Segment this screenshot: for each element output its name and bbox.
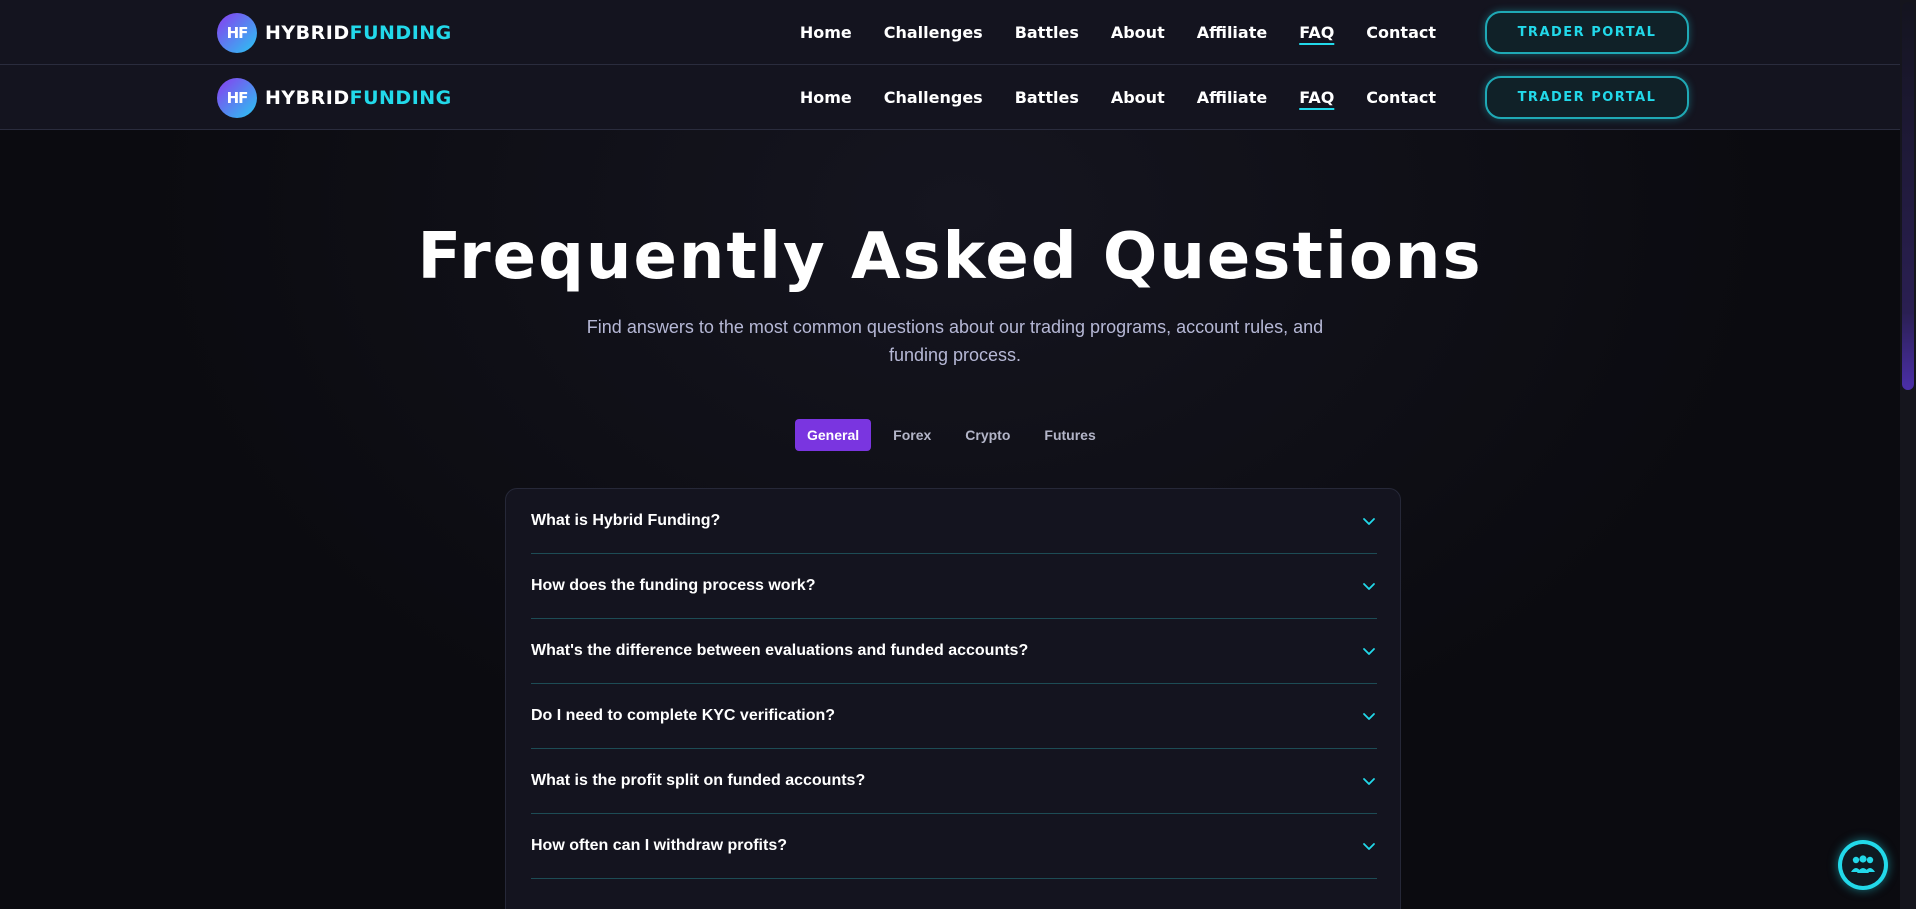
nav-affiliate[interactable]: Affiliate xyxy=(1197,23,1268,42)
sticky-navbar: HF HYBRIDFUNDING Home Challenges Battles… xyxy=(0,65,1900,130)
tab-general[interactable]: General xyxy=(795,419,872,451)
nav-battles[interactable]: Battles xyxy=(1015,88,1079,107)
logo[interactable]: HF HYBRIDFUNDING xyxy=(217,13,452,53)
faq-question: How does the funding process work? xyxy=(531,577,816,594)
support-chat-icon xyxy=(1842,844,1884,886)
tab-forex[interactable]: Forex xyxy=(881,419,943,451)
chevron-down-icon xyxy=(1363,518,1375,525)
trader-portal-button[interactable]: TRADER PORTAL xyxy=(1485,11,1689,54)
page-subtitle: Find answers to the most common question… xyxy=(586,317,1324,365)
faq-item[interactable]: How often can I withdraw profits? xyxy=(531,814,1377,879)
chevron-down-icon xyxy=(1363,648,1375,655)
category-tabs: General Forex Crypto Futures xyxy=(795,419,1118,451)
nav-affiliate[interactable]: Affiliate xyxy=(1197,88,1268,107)
scrollbar-thumb[interactable] xyxy=(1902,2,1914,390)
nav-challenges[interactable]: Challenges xyxy=(884,88,983,107)
nav-home[interactable]: Home xyxy=(800,88,852,107)
logo-badge: HF xyxy=(217,78,257,118)
faq-item[interactable]: What is Hybrid Funding? xyxy=(531,489,1377,554)
people-icon xyxy=(1851,855,1875,873)
chevron-down-icon xyxy=(1363,843,1375,850)
support-chat-button[interactable] xyxy=(1838,840,1888,890)
scrollbar[interactable] xyxy=(1900,0,1916,909)
faq-item[interactable]: What's the difference between evaluation… xyxy=(531,619,1377,684)
nav-faq[interactable]: FAQ xyxy=(1299,23,1334,42)
tab-crypto[interactable]: Crypto xyxy=(953,419,1022,451)
faq-item[interactable]: What is the profit split on funded accou… xyxy=(531,749,1377,814)
chevron-down-icon xyxy=(1363,778,1375,785)
trader-portal-button[interactable]: TRADER PORTAL xyxy=(1485,76,1689,119)
faq-question: Do I need to complete KYC verification? xyxy=(531,707,836,724)
chevron-down-icon xyxy=(1363,713,1375,720)
nav-challenges[interactable]: Challenges xyxy=(884,23,983,42)
chevron-down-icon xyxy=(1363,583,1375,590)
page-title: Frequently Asked Questions xyxy=(417,220,1483,294)
nav-links: Home Challenges Battles About Affiliate … xyxy=(800,0,1436,65)
faq-accordion: What is Hybrid Funding? How does the fun… xyxy=(505,488,1401,909)
nav-home[interactable]: Home xyxy=(800,23,852,42)
nav-faq[interactable]: FAQ xyxy=(1299,88,1334,107)
nav-about[interactable]: About xyxy=(1111,88,1165,107)
faq-question: What is Hybrid Funding? xyxy=(531,512,721,529)
logo-wordmark: HYBRIDFUNDING xyxy=(265,22,452,44)
logo[interactable]: HF HYBRIDFUNDING xyxy=(217,78,452,118)
nav-battles[interactable]: Battles xyxy=(1015,23,1079,42)
logo-wordmark: HYBRIDFUNDING xyxy=(265,87,452,109)
faq-question: How often can I withdraw profits? xyxy=(531,837,787,854)
faq-question: What is the profit split on funded accou… xyxy=(531,772,866,789)
nav-about[interactable]: About xyxy=(1111,23,1165,42)
faq-item[interactable]: Do I need to complete KYC verification? xyxy=(531,684,1377,749)
nav-contact[interactable]: Contact xyxy=(1366,88,1436,107)
nav-contact[interactable]: Contact xyxy=(1366,23,1436,42)
faq-item[interactable]: How does the funding process work? xyxy=(531,554,1377,619)
logo-badge: HF xyxy=(217,13,257,53)
top-navbar: HF HYBRIDFUNDING Home Challenges Battles… xyxy=(0,0,1900,65)
nav-links: Home Challenges Battles About Affiliate … xyxy=(800,65,1436,130)
faq-question: What's the difference between evaluation… xyxy=(531,642,1029,659)
tab-futures[interactable]: Futures xyxy=(1032,419,1107,451)
